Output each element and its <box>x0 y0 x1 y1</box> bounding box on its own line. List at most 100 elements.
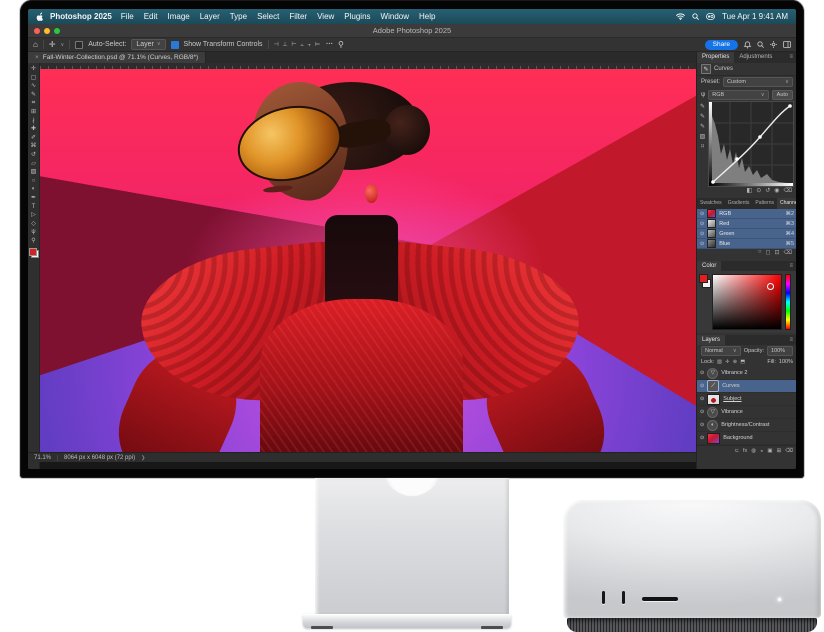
tab-swatches[interactable]: Swatches <box>697 198 725 209</box>
blend-mode-dropdown[interactable]: Normal∨ <box>701 346 741 356</box>
reset-icon[interactable]: ↺ <box>765 187 770 196</box>
brush-tool-icon[interactable]: ✐ <box>28 134 40 143</box>
color-panel-menu-icon[interactable]: ≡ <box>789 261 796 271</box>
link-layers-icon[interactable]: ⊂ <box>734 448 739 454</box>
more-options-icon[interactable]: ··· <box>326 41 333 48</box>
visibility-eye-icon[interactable]: ⊙ <box>700 370 704 376</box>
type-tool-icon[interactable]: T <box>28 203 40 212</box>
layer-group-icon[interactable]: ▣ <box>767 448 772 454</box>
layer-row-curves[interactable]: ⊙ ⟋ Curves <box>697 380 796 393</box>
crop-tool-icon[interactable]: ⌗ <box>28 99 40 108</box>
tab-layers[interactable]: Layers <box>697 335 725 345</box>
control-center-icon[interactable] <box>706 13 715 20</box>
layer-row-vibrance[interactable]: ⊙ ▽ Vibrance <box>697 406 796 419</box>
saturation-brightness-field[interactable] <box>712 274 782 330</box>
marquee-tool-icon[interactable]: ▢ <box>28 74 40 83</box>
document-tab[interactable]: × Fall-Winter-Collection.psd @ 71.1% (Cu… <box>28 52 206 63</box>
white-point-eyedropper-icon[interactable]: ✎ <box>700 123 705 130</box>
channel-row-green[interactable]: ⊙ Green ⌘4 <box>697 229 796 239</box>
new-channel-icon[interactable]: ⊡ <box>774 249 779 259</box>
layer-row-background[interactable]: ⊙ Background <box>697 432 796 445</box>
clip-layer-icon[interactable]: ◧ <box>747 187 753 196</box>
auto-select-dropdown[interactable]: Layer∨ <box>131 39 165 50</box>
tab-gradients[interactable]: Gradients <box>725 198 753 209</box>
eyedropper-tool-icon[interactable]: ∤ <box>28 117 40 126</box>
tab-adjustments[interactable]: Adjustments <box>734 52 777 63</box>
opacity-field[interactable]: 100% <box>767 346 793 356</box>
preset-dropdown[interactable]: Custom∨ <box>723 77 793 87</box>
menu-item-layer[interactable]: Layer <box>195 12 225 21</box>
visibility-eye-icon[interactable]: ⊙ <box>700 435 704 441</box>
menu-app-name[interactable]: Photoshop 2025 <box>50 12 112 21</box>
channel-row-red[interactable]: ⊙ Red ⌘3 <box>697 219 796 229</box>
tab-properties[interactable]: Properties <box>697 52 734 63</box>
blur-tool-icon[interactable]: ○ <box>28 177 40 186</box>
status-chevron-icon[interactable]: ❯ <box>141 455 145 461</box>
color-picker-ring[interactable] <box>767 283 774 290</box>
eyedropper-column[interactable]: ✎ ✎ ✎ ▨ ⌑ <box>697 101 708 187</box>
menu-item-window[interactable]: Window <box>376 12 414 21</box>
menu-item-image[interactable]: Image <box>162 12 194 21</box>
visibility-eye-icon[interactable]: ⊙ <box>700 241 704 247</box>
layer-row-subject[interactable]: ⊙ Subject <box>697 393 796 406</box>
quick-select-tool-icon[interactable]: ✎ <box>28 91 40 100</box>
delete-layer-icon[interactable]: ⌫ <box>785 448 793 454</box>
view-previous-icon[interactable]: ⊙ <box>756 187 761 196</box>
smooth-icon[interactable]: ⌑ <box>701 143 704 150</box>
layer-style-fx-icon[interactable]: fx <box>743 448 747 454</box>
pen-tool-icon[interactable]: ✒ <box>28 194 40 203</box>
channel-row-rgb[interactable]: ⊙ RGB ⌘2 <box>697 209 796 219</box>
panel-toggle-icon[interactable] <box>783 41 791 48</box>
tab-channels[interactable]: Channels <box>777 198 796 209</box>
tab-patterns[interactable]: Patterns <box>752 198 777 209</box>
adjustment-layer-icon[interactable]: ◒ <box>760 448 763 454</box>
frame-tool-icon[interactable]: ⊞ <box>28 108 40 117</box>
clone-stamp-tool-icon[interactable]: ⌘ <box>28 142 40 151</box>
lock-icons[interactable]: ▨ ✛ ⊕ ⬒ <box>717 359 746 365</box>
properties-panel-menu-icon[interactable]: ≡ <box>789 52 796 63</box>
menu-item-view[interactable]: View <box>312 12 339 21</box>
gradient-tool-icon[interactable]: ▨ <box>28 168 40 177</box>
gray-point-eyedropper-icon[interactable]: ✎ <box>700 113 705 120</box>
visibility-eye-icon[interactable]: ⊙ <box>700 221 704 227</box>
menu-item-plugins[interactable]: Plugins <box>339 12 375 21</box>
healing-tool-icon[interactable]: ✚ <box>28 125 40 134</box>
workspace-gear-icon[interactable] <box>770 41 777 48</box>
spotlight-search-icon[interactable] <box>692 13 699 20</box>
foreground-color-swatch[interactable] <box>29 248 37 256</box>
channel-row-blue[interactable]: ⊙ Blue ⌘5 <box>697 239 796 249</box>
fill-value[interactable]: 100% <box>779 359 793 365</box>
align-icons[interactable]: ⊣ ⊥ ⊢ ⫠ ⫟ ⊨ <box>274 41 322 49</box>
load-selection-icon[interactable]: ○ <box>758 249 762 259</box>
history-brush-tool-icon[interactable]: ↺ <box>28 151 40 160</box>
apple-logo-icon[interactable] <box>36 12 44 21</box>
visibility-eye-icon[interactable]: ⊙ <box>700 231 704 237</box>
layers-panel-menu-icon[interactable]: ≡ <box>789 335 796 345</box>
share-button[interactable]: Share <box>705 40 738 50</box>
visibility-eye-icon[interactable]: ⊙ <box>700 422 704 428</box>
fg-bg-swatches[interactable] <box>699 274 711 288</box>
menu-item-select[interactable]: Select <box>252 12 284 21</box>
delete-adjustment-icon[interactable]: ⌫ <box>784 187 792 196</box>
zoom-search-icon[interactable]: ⚲ <box>338 40 344 49</box>
eraser-tool-icon[interactable]: ▱ <box>28 160 40 169</box>
pencil-icon[interactable]: ▨ <box>700 133 706 140</box>
new-layer-icon[interactable]: ⊞ <box>777 448 782 454</box>
lasso-tool-icon[interactable]: ∿ <box>28 82 40 91</box>
save-selection-icon[interactable]: ◻ <box>766 249 771 259</box>
layer-mask-icon[interactable]: ◍ <box>751 448 756 454</box>
close-tab-icon[interactable]: × <box>35 54 39 61</box>
document-canvas[interactable] <box>40 69 696 452</box>
visibility-eye-icon[interactable]: ⊙ <box>700 383 704 389</box>
wifi-icon[interactable] <box>676 13 685 20</box>
tool-preset-caret[interactable]: ∨ <box>61 42 65 48</box>
targeted-adjust-icon[interactable]: ψ <box>701 92 705 98</box>
shape-tool-icon[interactable]: ◇ <box>28 220 40 229</box>
search-icon[interactable] <box>757 41 764 48</box>
move-tool-icon[interactable]: ✛ <box>49 40 56 49</box>
path-select-tool-icon[interactable]: ▷ <box>28 211 40 220</box>
color-swatches[interactable] <box>29 248 39 258</box>
show-transform-checkbox[interactable] <box>171 41 179 49</box>
menu-item-type[interactable]: Type <box>225 12 252 21</box>
menu-item-help[interactable]: Help <box>414 12 440 21</box>
